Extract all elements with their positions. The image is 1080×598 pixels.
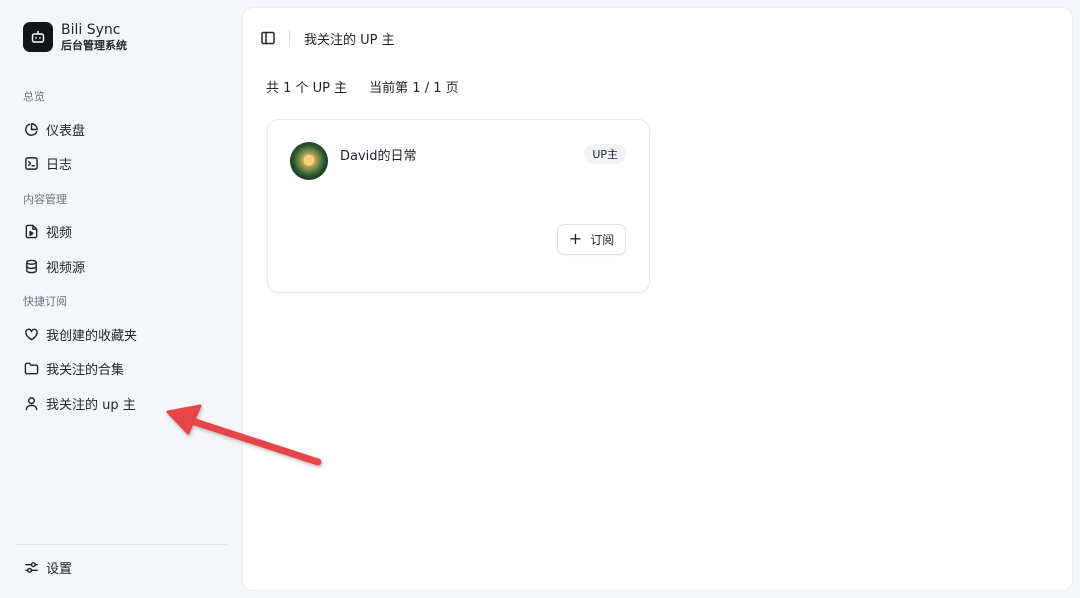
- user-icon: [23, 395, 39, 411]
- sidebar-item-logs[interactable]: 日志: [16, 148, 228, 178]
- sidebar-item-label: 视频: [46, 225, 73, 241]
- brand-subtitle: 后台管理系统: [61, 38, 127, 52]
- plus-icon: +: [568, 228, 583, 248]
- main-panel: 我关注的 UP 主 共 1 个 UP 主 当前第 1 / 1 页 David的日…: [243, 8, 1072, 590]
- group-label-overview: 总览: [23, 90, 45, 103]
- group-label-quick-subscribe: 快捷订阅: [23, 295, 67, 308]
- video-file-icon: [23, 223, 39, 239]
- sidebar-item-videos[interactable]: 视频: [16, 216, 228, 246]
- page-indicator: 当前第 1 / 1 页: [369, 81, 459, 96]
- sidebar-item-label: 日志: [46, 157, 73, 173]
- sidebar-item-label: 我创建的收藏夹: [46, 328, 138, 344]
- sidebar-item-label: 设置: [46, 561, 73, 577]
- app-root: Bili Sync 后台管理系统 总览 仪表盘 日志 内容管理 视频 视频源 快…: [0, 0, 1080, 598]
- brand-title: Bili Sync: [61, 22, 121, 38]
- terminal-icon: [23, 155, 39, 171]
- header-separator: [289, 30, 290, 46]
- up-card: David的日常 UP主 + 订阅: [267, 119, 650, 293]
- breadcrumb: 我关注的 UP 主: [304, 32, 395, 48]
- settings-sliders-icon: [23, 559, 39, 575]
- sidebar-item-settings[interactable]: 设置: [16, 552, 228, 582]
- sidebar-divider: [16, 544, 228, 545]
- sidebar-item-label: 视频源: [46, 260, 86, 276]
- robot-logo-icon: [23, 22, 53, 52]
- subscribe-label: 订阅: [590, 233, 615, 247]
- sidebar-item-followed-up[interactable]: 我关注的 up 主: [16, 388, 228, 418]
- sidebar-toggle-icon[interactable]: [259, 29, 277, 47]
- folder-icon: [23, 360, 39, 376]
- sidebar-item-label: 我关注的 up 主: [46, 397, 136, 413]
- up-name[interactable]: David的日常: [340, 145, 417, 164]
- sidebar-item-dashboard[interactable]: 仪表盘: [16, 114, 228, 144]
- status-badge: UP主: [584, 144, 626, 164]
- database-icon: [23, 258, 39, 274]
- group-label-content: 内容管理: [23, 193, 67, 206]
- sidebar-item-label: 我关注的合集: [46, 362, 125, 378]
- page-header: 我关注的 UP 主: [259, 26, 395, 50]
- brand[interactable]: Bili Sync 后台管理系统: [23, 22, 127, 52]
- sidebar-item-my-favorites[interactable]: 我创建的收藏夹: [16, 319, 228, 349]
- subscribe-button[interactable]: + 订阅: [557, 224, 626, 255]
- total-count: 共 1 个 UP 主: [266, 81, 348, 96]
- sidebar: Bili Sync 后台管理系统 总览 仪表盘 日志 内容管理 视频 视频源 快…: [0, 0, 243, 598]
- sidebar-item-video-sources[interactable]: 视频源: [16, 251, 228, 281]
- sidebar-item-followed-collections[interactable]: 我关注的合集: [16, 353, 228, 383]
- list-summary: 共 1 个 UP 主 当前第 1 / 1 页: [266, 77, 459, 96]
- avatar[interactable]: [290, 142, 328, 180]
- heart-icon: [23, 326, 39, 342]
- pie-chart-icon: [23, 121, 39, 137]
- sidebar-item-label: 仪表盘: [46, 123, 86, 139]
